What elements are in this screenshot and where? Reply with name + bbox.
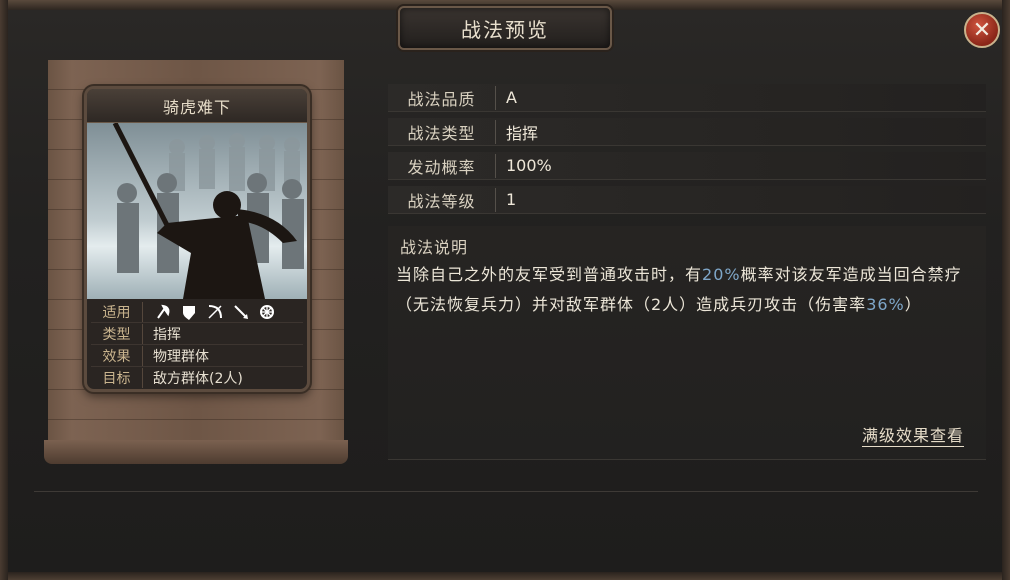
trigger-rate-row: 发动概率 100% [388,152,986,180]
scroll-roller [44,440,348,464]
card-type-value: 指挥 [153,326,181,343]
shield-icon [179,304,199,320]
quality-label: 战法品质 [388,85,496,110]
level-row: 战法等级 1 [388,186,986,214]
card-effect-value: 物理群体 [153,348,209,365]
close-icon[interactable]: ✕ [973,18,991,43]
frame-right-border [1002,0,1010,580]
bottom-divider [34,491,978,492]
type-value: 指挥 [506,123,539,143]
spear-icon [231,304,251,320]
card-type-label: 类型 [91,323,143,344]
skill-card-attributes: 适用 类型 指挥 效果 物理群体 目标 敌方群体(2人) [87,299,307,389]
dialog-title: 战法预览 [461,17,549,42]
description-highlight-damage-rate: 36% [866,295,905,314]
trigger-rate-label: 发动概率 [388,153,496,178]
skill-card: 骑虎难下 适用 类型 指挥 效果 物理群体 目标 敌方群体(2人) [84,86,310,392]
bow-icon [205,304,225,320]
type-row: 战法类型 指挥 [388,118,986,146]
description-part-1: 当除自己之外的友军受到普通攻击时，有 [396,265,703,284]
trigger-rate-value: 100% [506,156,552,175]
description-text: 当除自己之外的友军受到普通攻击时，有20%概率对该友军造成当回合禁疗（无法恢复兵… [396,260,976,320]
card-target-label: 目标 [91,368,143,388]
axe-icon [153,304,173,320]
title-plate: 战法预览 [398,6,612,50]
frame-bottom-border [0,572,1010,580]
quality-row: 战法品质 A [388,84,986,112]
card-target-value: 敌方群体(2人) [153,371,243,387]
skill-name: 骑虎难下 [162,97,231,117]
close-button[interactable]: ✕ [964,12,1000,48]
chariot-wheel-icon [257,304,277,320]
warrior-silhouette-image [112,123,304,299]
troop-types-row: 适用 [91,301,303,323]
description-label: 战法说明 [400,238,469,257]
type-label: 战法类型 [388,119,496,144]
card-type-row: 类型 指挥 [91,323,303,345]
card-effect-row: 效果 物理群体 [91,345,303,367]
max-level-effect-link[interactable]: 满级效果查看 [861,422,964,447]
quality-value: A [506,88,517,107]
description-panel: 战法说明 当除自己之外的友军受到普通攻击时，有20%概率对该友军造成当回合禁疗（… [388,226,986,460]
frame-left-border [0,0,8,580]
card-target-row: 目标 敌方群体(2人) [91,367,303,389]
skill-card-art [87,123,307,299]
troop-types-icons [143,304,277,320]
description-part-3: ） [904,295,922,314]
troop-types-label: 适用 [91,301,143,322]
description-highlight-probability: 20% [702,265,741,284]
level-label: 战法等级 [388,187,496,212]
level-value: 1 [506,190,517,209]
card-effect-label: 效果 [91,345,143,366]
skill-card-title: 骑虎难下 [87,89,307,123]
